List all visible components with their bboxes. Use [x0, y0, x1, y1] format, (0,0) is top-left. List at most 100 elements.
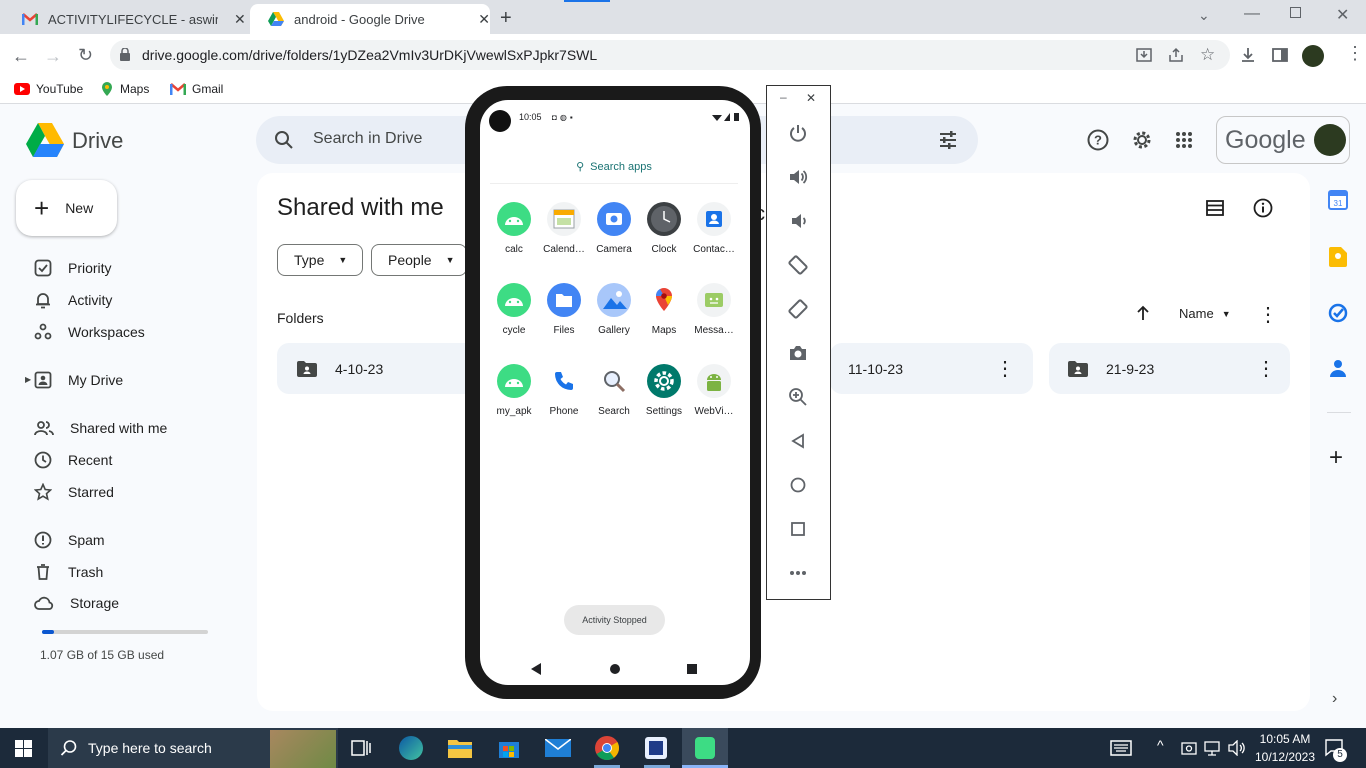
app-settings[interactable]: Settings [639, 364, 689, 417]
app-files[interactable]: Files [539, 283, 589, 336]
app-cycle[interactable]: cycle [489, 283, 539, 336]
tray-chevron-icon[interactable]: ^ [1157, 737, 1164, 753]
folder-item[interactable]: 4-10-23 [277, 343, 477, 394]
side-panel-icon[interactable] [1272, 47, 1288, 63]
share-icon[interactable] [1168, 47, 1184, 63]
download-icon[interactable] [1240, 47, 1256, 63]
taskbar-date[interactable]: 10/12/2023 [1252, 750, 1318, 764]
tab-drive[interactable]: android - Google Drive ✕ [250, 4, 490, 34]
mail-icon[interactable] [545, 739, 571, 757]
more-options-icon[interactable] [786, 561, 810, 585]
search-apps-bar[interactable]: ⚲ Search apps [490, 150, 738, 184]
word-app-icon[interactable] [645, 737, 667, 759]
app-my-apk[interactable]: my_apk [489, 364, 539, 417]
app-calc[interactable]: calc [489, 202, 539, 255]
android-home-icon[interactable] [610, 664, 620, 674]
chrome-icon[interactable] [595, 736, 619, 760]
android-back-icon[interactable] [531, 663, 541, 675]
nav-storage[interactable]: Storage [34, 595, 119, 611]
network-icon[interactable] [1204, 740, 1220, 756]
menu-icon[interactable]: ⋮ [1346, 43, 1364, 64]
speaker-icon[interactable] [1228, 740, 1246, 756]
zoom-icon[interactable] [786, 385, 810, 409]
app-calendar[interactable]: Calend… [539, 202, 589, 255]
sort-button[interactable]: Name ▼ [1179, 306, 1231, 321]
settings-icon[interactable] [1131, 129, 1153, 151]
android-studio-icon[interactable] [695, 737, 715, 759]
overview-square-icon[interactable] [786, 517, 810, 541]
tab-gmail[interactable]: ACTIVITYLIFECYCLE - aswinksinu ✕ [4, 4, 248, 34]
new-tab-button[interactable]: + [500, 7, 512, 30]
more-actions-icon[interactable]: ⋮ [1256, 356, 1276, 381]
forward-button[interactable]: → [44, 46, 62, 67]
app-gallery[interactable]: Gallery [589, 283, 639, 336]
file-explorer-icon[interactable] [448, 738, 472, 758]
app-search[interactable]: Search [589, 364, 639, 417]
rotate-right-icon[interactable] [786, 297, 810, 321]
bookmark-youtube[interactable]: YouTube [14, 82, 83, 96]
add-addon-icon[interactable]: + [1329, 444, 1343, 472]
search-icon[interactable] [274, 130, 294, 150]
sort-direction-icon[interactable] [1136, 305, 1150, 321]
restore-button[interactable] [1290, 7, 1301, 18]
minimize-button[interactable]: — [1244, 5, 1260, 23]
more-actions-icon[interactable]: ⋮ [995, 356, 1015, 381]
list-view-icon[interactable] [1206, 200, 1224, 216]
reload-button[interactable]: ↻ [78, 45, 93, 66]
search-input[interactable]: Search in Drive [313, 130, 422, 148]
volume-down-icon[interactable] [786, 209, 810, 233]
emulator-close-icon[interactable]: ✕ [806, 91, 816, 105]
account-switcher[interactable]: Google [1216, 116, 1350, 164]
folder-item[interactable]: 21-9-23 ⋮ [1049, 343, 1290, 394]
task-view-icon[interactable] [351, 739, 371, 757]
nav-workspaces[interactable]: Workspaces [34, 323, 145, 341]
nav-starred[interactable]: Starred [34, 483, 114, 501]
nav-activity[interactable]: Activity [34, 291, 112, 309]
calendar-icon[interactable]: 31 [1328, 190, 1348, 210]
close-icon[interactable]: ✕ [478, 11, 490, 28]
home-circle-icon[interactable] [786, 473, 810, 497]
keep-icon[interactable] [1329, 247, 1347, 267]
app-maps[interactable]: Maps [639, 283, 689, 336]
search-options-icon[interactable] [938, 130, 958, 150]
apps-grid-icon[interactable] [1175, 131, 1193, 149]
help-icon[interactable]: ? [1087, 129, 1109, 151]
app-webview[interactable]: WebVi… [689, 364, 739, 417]
nav-priority[interactable]: Priority [34, 259, 112, 277]
app-clock[interactable]: Clock [639, 202, 689, 255]
filter-type[interactable]: Type ▼ [277, 244, 363, 276]
window-close-button[interactable]: ✕ [1336, 5, 1349, 25]
app-phone[interactable]: Phone [539, 364, 589, 417]
app-camera[interactable]: Camera [589, 202, 639, 255]
nav-recent[interactable]: Recent [34, 451, 112, 469]
bookmark-gmail[interactable]: Gmail [170, 82, 223, 96]
nav-my-drive[interactable]: My Drive [34, 371, 123, 389]
install-icon[interactable] [1136, 47, 1152, 63]
more-actions-icon[interactable]: ⋮ [1258, 302, 1278, 327]
rotate-left-icon[interactable] [786, 253, 810, 277]
filter-people[interactable]: People ▼ [371, 244, 467, 276]
chevron-right-icon[interactable]: › [1332, 690, 1337, 708]
power-icon[interactable] [786, 121, 810, 145]
expand-arrow-icon[interactable]: ▶ [25, 375, 31, 384]
store-icon[interactable] [498, 737, 520, 759]
taskbar-time[interactable]: 10:05 AM [1254, 732, 1316, 746]
new-button[interactable]: + New [16, 180, 117, 236]
bookmark-star-icon[interactable]: ☆ [1200, 45, 1215, 65]
close-icon[interactable]: ✕ [234, 11, 246, 28]
volume-up-icon[interactable] [786, 165, 810, 189]
tasks-icon[interactable] [1328, 303, 1348, 323]
nav-shared-with-me[interactable]: Shared with me [34, 419, 167, 437]
edge-icon[interactable] [399, 736, 423, 760]
app-messages[interactable]: Messa… [689, 283, 739, 336]
nav-spam[interactable]: Spam [34, 531, 105, 549]
tray-location-icon[interactable] [1181, 740, 1197, 756]
emulator-minimize-icon[interactable]: – [780, 90, 787, 104]
back-triangle-icon[interactable] [786, 429, 810, 453]
android-recents-icon[interactable] [687, 664, 697, 674]
profile-avatar[interactable] [1302, 45, 1324, 67]
keyboard-icon[interactable] [1110, 740, 1132, 756]
tab-search-icon[interactable]: ⌄ [1198, 7, 1210, 24]
folder-item[interactable]: 11-10-23 ⋮ [830, 343, 1033, 394]
contacts-icon[interactable] [1330, 359, 1346, 377]
